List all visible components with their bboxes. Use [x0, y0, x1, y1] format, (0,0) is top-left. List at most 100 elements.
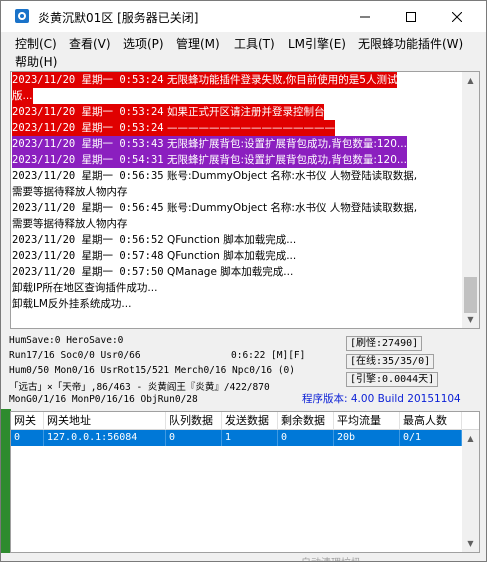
status-hum: Hum0/50 Mon0/16 UsrRot15/521 Merch0/16 N… [9, 365, 295, 376]
log-message: 账号:DummyObject 名称:水书仪 人物登陆读取数据, [166, 202, 418, 214]
col-max-users[interactable]: 最高人数 [400, 412, 462, 430]
log-message: 账号:DummyObject 名称:水书仪 人物登陆读取数据, [166, 170, 418, 182]
log-line-content: 卸载IP所在地区查询插件成功... [12, 282, 157, 294]
menu-plugin[interactable]: 无限蜂功能插件(W) [358, 35, 463, 52]
log-line-content: 2023/11/20 星期一 0:56:35 账号:DummyObject 名称… [12, 170, 417, 182]
log-line-content: 版... [12, 88, 33, 104]
log-message: QFunction 脚本加载完成... [166, 250, 297, 262]
program-version: 程序版本: 4.00 Build 20151104 [302, 393, 461, 405]
log-timestamp: 2023/11/20 星期一 0:56:35 [12, 170, 164, 182]
log-message: 需要等据待释放人物内存 [12, 186, 128, 198]
table-row[interactable]: 0 127.0.0.1:56084 0 1 0 20b 0/1 [11, 430, 462, 446]
app-gear-icon [15, 9, 29, 23]
maximize-icon [406, 11, 416, 22]
status-panel: HumSave:0 HeroSave:0 Run17/16 Soc0/0 Usr… [1, 329, 486, 409]
scroll-thumb[interactable] [464, 277, 477, 313]
col-gateway[interactable]: 网关 [11, 412, 44, 430]
log-message: 如果正式开区请注册并登录控制台 [166, 106, 325, 118]
cell-gateway-address: 127.0.0.1:56084 [44, 430, 166, 446]
log-line-content: 2023/11/20 星期一 0:53:24 ———————————————— [12, 120, 335, 136]
log-line: 2023/11/20 星期一 0:53:24 ———————————————— [11, 120, 463, 136]
menu-options[interactable]: 选项(P) [123, 35, 164, 52]
log-line: 需要等据待释放人物内存 [11, 184, 463, 200]
table-scrollbar[interactable]: ▲ ▼ [462, 430, 479, 552]
title-bar[interactable]: 炎黄沉默01区 [服务器已关闭] [1, 1, 486, 32]
log-timestamp: 2023/11/20 星期一 0:53:24 [12, 74, 164, 86]
log-scrollbar[interactable]: ▲ ▼ [462, 72, 479, 328]
log-timestamp: 2023/11/20 星期一 0:56:52 [12, 234, 164, 246]
col-remaining-data[interactable]: 剩余数据 [278, 412, 334, 430]
log-line: 2023/11/20 星期一 0:57:50 QManage 脚本加载完成... [11, 264, 463, 280]
log-line-content: 2023/11/20 星期一 0:57:48 QFunction 脚本加载完成.… [12, 250, 296, 262]
minimize-icon [360, 16, 370, 17]
log-timestamp: 2023/11/20 星期一 0:56:45 [12, 202, 164, 214]
status-run: Run17/16 Soc0/0 Usr0/66 [9, 350, 141, 361]
log-timestamp: 2023/11/20 星期一 0:53:24 [12, 122, 164, 134]
scroll-up-icon[interactable]: ▲ [462, 72, 479, 89]
log-line-content: 需要等据待释放人物内存 [12, 218, 128, 230]
online-counter: [在线:35/35/0] [346, 354, 435, 369]
log-line-content: 卸载LM反外挂系统成功... [12, 298, 131, 310]
log-line: 2023/11/20 星期一 0:56:45 账号:DummyObject 名称… [11, 200, 463, 216]
menu-control[interactable]: 控制(C) [15, 35, 57, 52]
log-lines: 2023/11/20 星期一 0:53:24 无限蜂功能插件登录失败,你目前使用… [11, 72, 463, 312]
engine-counter: [引擎:0.0044天] [346, 372, 439, 387]
status-rank: 「远古」×「天帝」,86/463 - 炎黄阎王『炎黄』/422/870 [9, 382, 270, 393]
log-message: 卸载LM反外挂系统成功... [12, 298, 132, 310]
log-line: 2023/11/20 星期一 0:56:52 QFunction 脚本加载完成.… [11, 232, 463, 248]
cell-avg-traffic: 20b [334, 430, 400, 446]
menu-view[interactable]: 查看(V) [69, 35, 111, 52]
main-window: 炎黄沉默01区 [服务器已关闭] 控制(C) 查看(V) 选项(P) 管理(M)… [0, 0, 487, 562]
window-title: 炎黄沉默01区 [服务器已关闭] [38, 11, 199, 25]
log-timestamp: 2023/11/20 星期一 0:57:50 [12, 266, 164, 278]
gateway-table[interactable]: 网关 网关地址 队列数据 发送数据 剩余数据 平均流量 最高人数 0 127.0… [10, 411, 480, 553]
scroll-down-icon[interactable]: ▼ [462, 311, 479, 328]
minimize-button[interactable] [342, 1, 388, 32]
log-message: 无限蜂功能插件登录失败,你目前使用的是5人测试 [166, 74, 398, 86]
table-scroll-down-icon[interactable]: ▼ [462, 535, 479, 552]
menu-lm-engine[interactable]: LM引擎(E) [288, 35, 346, 52]
col-gateway-address[interactable]: 网关地址 [44, 412, 166, 430]
col-queue-data[interactable]: 队列数据 [166, 412, 222, 430]
log-line: 版... [11, 88, 463, 104]
cell-max-users: 0/1 [400, 430, 462, 446]
log-message: 需要等据待释放人物内存 [12, 218, 128, 230]
log-message: 无限蜂扩展背包:设置扩展背包成功,背包数量:120... [166, 138, 407, 150]
log-line: 需要等据待释放人物内存 [11, 216, 463, 232]
log-line: 卸载IP所在地区查询插件成功... [11, 280, 463, 296]
log-timestamp: 2023/11/20 星期一 0:53:24 [12, 106, 164, 118]
cell-remaining-data: 0 [278, 430, 334, 446]
log-line: 2023/11/20 星期一 0:53:24 无限蜂功能插件登录失败,你目前使用… [11, 72, 463, 88]
log-line: 卸载LM反外挂系统成功... [11, 296, 463, 312]
cell-queue-data: 0 [166, 430, 222, 446]
log-line: 2023/11/20 星期一 0:57:48 QFunction 脚本加载完成.… [11, 248, 463, 264]
status-mon: MonG0/1/16 MonP0/16/16 ObjRun0/28 [9, 394, 198, 405]
col-send-data[interactable]: 发送数据 [222, 412, 278, 430]
table-scroll-up-icon[interactable]: ▲ [462, 430, 479, 447]
log-line: 2023/11/20 星期一 0:53:43 无限蜂扩展背包:设置扩展背包成功,… [11, 136, 463, 152]
col-avg-traffic[interactable]: 平均流量 [334, 412, 400, 430]
menu-bar: 控制(C) 查看(V) 选项(P) 管理(M) 工具(T) LM引擎(E) 无限… [1, 32, 486, 71]
log-message: ———————————————— [166, 122, 335, 134]
auto-clean-checkbox[interactable]: 自动清理垃圾 [301, 554, 361, 561]
log-line-content: 2023/11/20 星期一 0:56:52 QFunction 脚本加载完成.… [12, 234, 296, 246]
log-line: 2023/11/20 星期一 0:53:24 如果正式开区请注册并登录控制台 [11, 104, 463, 120]
log-line-content: 2023/11/20 星期一 0:53:24 如果正式开区请注册并登录控制台 [12, 104, 325, 120]
status-time: 0:6:22 [M][F] [231, 350, 306, 361]
menu-tools[interactable]: 工具(T) [234, 35, 275, 52]
menu-help[interactable]: 帮助(H) [15, 53, 57, 70]
menu-manage[interactable]: 管理(M) [176, 35, 220, 52]
log-timestamp: 2023/11/20 星期一 0:54:31 [12, 154, 164, 166]
close-button[interactable] [434, 1, 480, 32]
log-line-content: 需要等据待释放人物内存 [12, 186, 128, 198]
refresh-counter: [刷怪:27490] [346, 336, 423, 351]
log-line-content: 2023/11/20 星期一 0:56:45 账号:DummyObject 名称… [12, 202, 417, 214]
maximize-button[interactable] [388, 1, 434, 32]
cell-send-data: 1 [222, 430, 278, 446]
log-message: 卸载IP所在地区查询插件成功... [12, 282, 158, 294]
log-line: 2023/11/20 星期一 0:56:35 账号:DummyObject 名称… [11, 168, 463, 184]
cell-gateway: 0 [11, 430, 44, 446]
log-panel[interactable]: 2023/11/20 星期一 0:53:24 无限蜂功能插件登录失败,你目前使用… [10, 71, 480, 329]
log-timestamp: 2023/11/20 星期一 0:53:43 [12, 138, 164, 150]
log-line: 2023/11/20 星期一 0:54:31 无限蜂扩展背包:设置扩展背包成功,… [11, 152, 463, 168]
